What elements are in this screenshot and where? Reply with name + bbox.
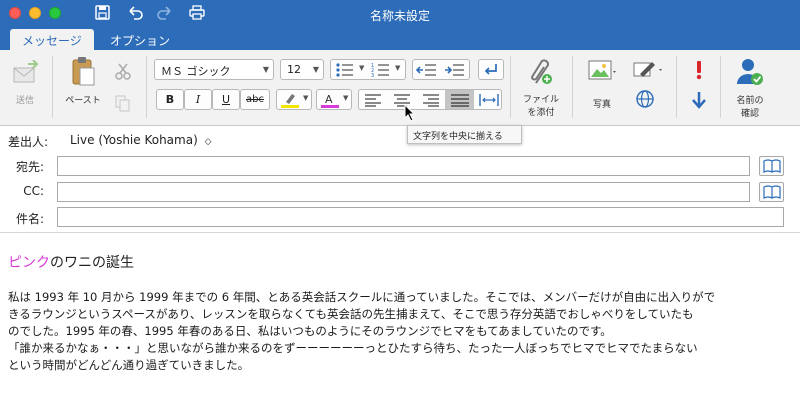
address-book-icon <box>762 185 781 199</box>
paste-label: ペースト <box>65 96 101 106</box>
clipboard-icon <box>72 57 95 86</box>
to-address-book-button[interactable] <box>759 156 784 176</box>
paperclip-icon <box>530 59 552 84</box>
cc-label: CC: <box>23 184 44 198</box>
highlight-button[interactable]: ▼ <box>276 89 312 110</box>
check-names-button[interactable]: 名前の 確認 <box>728 56 772 119</box>
check-names-label-2: 確認 <box>740 109 759 119</box>
attach-label-1: ファイル <box>522 95 559 105</box>
mouse-cursor-icon <box>404 104 416 122</box>
bold-button[interactable]: B <box>156 89 184 110</box>
bullet-list-icon[interactable] <box>335 62 357 78</box>
chevron-down-icon[interactable]: ▼ <box>395 64 400 72</box>
title-bar: 名称未設定 <box>0 0 800 27</box>
rtl-direction-button[interactable] <box>478 59 504 80</box>
copy-icon[interactable] <box>114 94 132 112</box>
decrease-indent-icon[interactable] <box>416 62 438 78</box>
body-line: 私は 1993 年 10 月から 1999 年までの 6 年間、とある英会話スク… <box>8 290 716 304</box>
paste-button[interactable]: ペースト <box>62 56 104 106</box>
numbered-list-icon[interactable]: 1 2 3 <box>371 62 393 78</box>
to-label: 宛先: <box>15 160 44 174</box>
font-color-icon: A <box>321 93 339 108</box>
align-left-icon[interactable] <box>364 93 384 107</box>
alignment-group <box>358 89 502 110</box>
address-book-icon <box>762 159 781 173</box>
signature-icon[interactable] <box>632 60 664 80</box>
send-button[interactable]: 送信 <box>8 59 42 106</box>
message-body[interactable]: 私は 1993 年 10 月から 1999 年までの 6 年間、とある英会話スク… <box>8 289 794 374</box>
subject-label: 件名: <box>15 212 44 226</box>
send-icon <box>13 59 39 83</box>
font-size-value: 12 <box>287 63 301 76</box>
high-importance-icon[interactable] <box>692 60 706 80</box>
italic-button[interactable]: I <box>184 89 212 110</box>
separator <box>510 56 511 118</box>
svg-text:3: 3 <box>371 73 374 78</box>
separator <box>146 56 147 118</box>
attach-file-button[interactable]: ファイル を添付 <box>518 55 564 118</box>
cut-icon[interactable] <box>114 62 132 80</box>
underline-button[interactable]: U <box>212 89 240 110</box>
link-globe-icon[interactable] <box>634 88 656 110</box>
to-field[interactable] <box>57 156 750 176</box>
picture-label: 写真 <box>592 100 611 110</box>
justify-icon <box>451 94 469 107</box>
body-line: 「誰か来るかなぁ・・・」と思いながら誰か来るのをずーーーーーーっとひたすら待ち、… <box>8 341 698 355</box>
body-line: という時間がどんどん通り過ぎていきました。 <box>8 358 250 372</box>
attach-label-2: を添付 <box>527 108 555 118</box>
highlighter-icon <box>281 94 299 108</box>
chevron-down-icon: ▼ <box>262 65 269 74</box>
heading-pink-text: ピンク <box>8 255 50 271</box>
svg-text:A: A <box>325 93 333 106</box>
from-account-select[interactable]: Live (Yoshie Kohama) ◇ <box>70 133 212 147</box>
ribbon-tab-bar: メッセージ オプション <box>0 27 800 50</box>
justify-button[interactable] <box>445 90 474 109</box>
chevron-down-icon: ▼ <box>343 94 349 102</box>
chevron-down-icon[interactable]: ▼ <box>359 64 364 72</box>
cc-address-book-button[interactable] <box>759 182 784 202</box>
check-names-label-1: 名前の <box>736 96 764 106</box>
font-name-select[interactable]: ＭＳ ゴシック ▼ <box>154 59 274 80</box>
ribbon: 送信 ペースト ＭＳ ゴシック ▼ 12 ▼ ▼ 1 2 3 ▼ B I U a… <box>0 50 800 126</box>
picture-button[interactable]: 写真 <box>580 58 624 110</box>
body-line: のでした。1995 年の春、1995 年春のある日、私はいつものようにそのラウン… <box>8 324 612 338</box>
distribute-icon[interactable] <box>479 93 499 107</box>
chevron-down-icon: ▼ <box>312 65 319 74</box>
from-label: 差出人: <box>8 135 49 149</box>
subject-field[interactable] <box>57 207 784 227</box>
window-title: 名称未設定 <box>369 9 430 23</box>
tooltip: 文字列を中央に揃える <box>407 125 522 144</box>
picture-icon <box>588 60 616 80</box>
list-group: ▼ 1 2 3 ▼ <box>330 59 406 80</box>
send-label: 送信 <box>15 96 34 106</box>
from-account-value: Live (Yoshie Kohama) <box>70 133 198 147</box>
header-divider <box>0 232 800 233</box>
font-color-button[interactable]: A ▼ <box>316 89 352 110</box>
heading-text: のワニの誕生 <box>50 255 134 271</box>
cc-field[interactable] <box>57 182 750 202</box>
increase-indent-icon[interactable] <box>444 62 466 78</box>
separator <box>720 56 721 118</box>
check-names-icon <box>737 59 763 85</box>
separator <box>52 56 53 118</box>
align-right-icon[interactable] <box>420 93 440 107</box>
low-importance-icon[interactable] <box>690 90 708 110</box>
body-line: きるラウンジというスペースがあり、レッスンを取らなくても英会話の先生捕まえて、そ… <box>8 307 694 321</box>
message-heading[interactable]: ピンクのワニの誕生 <box>8 252 134 272</box>
return-arrow-icon <box>484 63 497 75</box>
separator <box>676 56 677 118</box>
separator <box>572 56 573 118</box>
strikethrough-button[interactable]: abc <box>240 89 270 110</box>
font-size-select[interactable]: 12 ▼ <box>280 59 324 80</box>
tab-message[interactable]: メッセージ <box>10 29 94 50</box>
up-down-chevron-icon: ◇ <box>204 137 212 147</box>
tab-options[interactable]: オプション <box>98 29 182 50</box>
indent-group <box>412 59 470 80</box>
font-name-value: ＭＳ ゴシック <box>161 65 231 78</box>
chevron-down-icon: ▼ <box>303 94 309 102</box>
